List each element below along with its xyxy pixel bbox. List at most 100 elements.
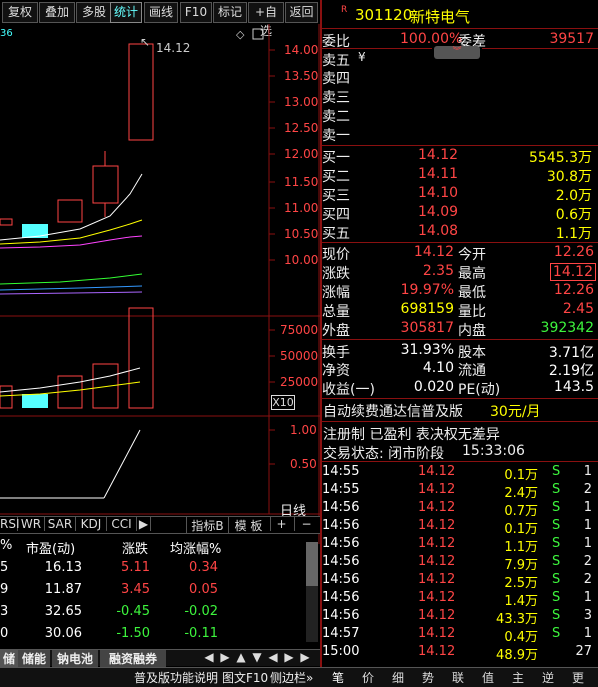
template-button[interactable]: 模 板	[228, 517, 268, 534]
y-tick: 10.00	[284, 253, 319, 267]
svg-text:↖: ↖	[140, 35, 150, 49]
nav-icon[interactable]: ◀	[266, 650, 280, 664]
sector-tab[interactable]: 储	[0, 650, 18, 667]
tab-more-icon[interactable]: ▶	[137, 517, 151, 531]
cell: 30.06	[44, 626, 82, 641]
next-icon[interactable]: ▶	[218, 650, 232, 664]
table-scrollbar[interactable]	[306, 542, 318, 642]
cell: 9	[0, 582, 9, 597]
y-tick: 13.00	[284, 95, 319, 109]
buy-row-4: 买四 14.09 0.6万	[322, 204, 592, 223]
promo-text[interactable]: 自动续费通达信普及版	[323, 401, 463, 421]
toolbar-btn-tongji[interactable]: 统计	[110, 2, 142, 23]
tick-cell: 15:00	[322, 644, 360, 659]
tick-cell: 14:55	[322, 464, 360, 479]
buy-row-3: 买三 14.10 2.0万	[322, 185, 592, 204]
status-f10[interactable]: 图文F10	[222, 669, 268, 686]
tick-cell: 1	[583, 590, 592, 605]
prev-icon[interactable]: ◀	[202, 650, 216, 664]
up-icon[interactable]: ▲	[234, 650, 248, 664]
toolbar-btn-huaxian[interactable]: 画线	[144, 2, 178, 23]
tick-cell: 14:56	[322, 608, 360, 623]
ind-tick: 1.00	[290, 423, 317, 437]
tab-wr[interactable]: WR	[18, 517, 45, 531]
col-header: 涨跌	[122, 542, 149, 557]
promo-price[interactable]: 30元/月	[490, 401, 541, 421]
indicator-b-button[interactable]: 指标B	[186, 517, 228, 534]
candle	[0, 218, 13, 226]
status-sidebar[interactable]: 侧边栏»	[270, 669, 313, 686]
nav-icon[interactable]: ▶	[282, 650, 296, 664]
zoom-in-button[interactable]: +	[270, 517, 292, 531]
tick-cell: 0.1万	[504, 468, 538, 483]
r-badge: R	[341, 5, 348, 15]
y-tick: 13.50	[284, 69, 319, 83]
tab-xi[interactable]: 细	[386, 669, 410, 686]
tick-row: 14:55 14.12 0.1万 S 1	[322, 464, 598, 483]
tick-cell: 2.4万	[504, 486, 538, 501]
toolbar-btn-fuquan[interactable]: 复权	[2, 2, 38, 23]
tick-cell: 14:56	[322, 572, 360, 587]
ind-tick: 0.50	[290, 457, 317, 471]
tab-rsi[interactable]: RSI	[0, 517, 20, 531]
tick-cell: 7.9万	[504, 558, 538, 573]
stat-row-1: 换手 31.93% 股本 3.71亿	[322, 342, 594, 361]
stock-table: % 市盈(动) 涨跌 均涨幅% 5 16.13 5.11 0.34 9 11.8…	[0, 536, 320, 649]
toolbar-btn-fanhui[interactable]: 返回	[285, 2, 318, 23]
quote-row-3: 涨幅 19.97% 最低 12.26	[322, 282, 594, 301]
quote-row-1: 现价 14.12 今开 12.26	[322, 244, 594, 263]
tick-cell: 1	[583, 500, 592, 515]
tick-cell: 14.12	[418, 644, 456, 659]
candle	[92, 165, 119, 204]
cell: -1.50	[116, 626, 150, 641]
tick-cell: S	[552, 518, 561, 533]
kline-chart[interactable]: 36 ◇ ↖ 14.12	[0, 24, 320, 544]
vol-unit[interactable]: X10	[271, 395, 295, 410]
toolbar-btn-duogu[interactable]: 多股	[76, 2, 112, 23]
status-tip[interactable]: 普及版功能说明	[134, 669, 218, 686]
toolbar-btn-zixuan[interactable]: +自选	[248, 2, 284, 38]
tab-cci[interactable]: CCI	[107, 517, 137, 531]
tick-cell: 0.7万	[504, 504, 538, 519]
y-tick: 10.50	[284, 227, 319, 241]
tick-cell: S	[552, 626, 561, 641]
toolbar-btn-f10[interactable]: F10	[180, 2, 212, 23]
down-icon[interactable]: ▼	[250, 650, 264, 664]
tab-ni[interactable]: 逆	[536, 669, 560, 686]
candle	[57, 199, 83, 223]
sell-row-5: 卖五 ¥	[322, 50, 366, 69]
cell: 0.34	[189, 560, 218, 575]
toolbar-btn-biaoji[interactable]: 标记	[213, 2, 247, 23]
nav-icon[interactable]: ▶	[298, 650, 312, 664]
tick-cell: 14.12	[418, 590, 456, 605]
sector-tab-chuneng[interactable]: 储能	[18, 650, 50, 667]
tick-cell: 14:56	[322, 518, 360, 533]
tick-row: 15:00 14.12 48.9万 27	[322, 644, 598, 663]
tab-sar[interactable]: SAR	[45, 517, 76, 531]
tab-zhu[interactable]: 主	[506, 669, 530, 686]
tab-zhi[interactable]: 值	[476, 669, 500, 686]
tab-lian[interactable]: 联	[446, 669, 470, 686]
tab-jia[interactable]: 价	[356, 669, 380, 686]
cell: 5.11	[121, 560, 150, 575]
tick-cell: S	[552, 572, 561, 587]
tick-cell: 27	[575, 644, 592, 659]
zoom-out-button[interactable]: −	[294, 517, 318, 531]
tick-cell: 3	[583, 608, 592, 623]
tick-cell: 14:56	[322, 536, 360, 551]
tick-cell: 1	[583, 626, 592, 641]
tab-geng[interactable]: 更	[566, 669, 590, 686]
tick-row: 14:56 14.12 43.3万 S 3	[322, 608, 598, 627]
tab-kdj[interactable]: KDJ	[76, 517, 107, 531]
tick-cell: S	[552, 608, 561, 623]
cell: 3	[0, 604, 9, 619]
tick-cell: 14.12	[418, 500, 456, 515]
tab-shi[interactable]: 势	[416, 669, 440, 686]
tick-row: 14:56 14.12 0.1万 S 1	[322, 518, 598, 537]
cell: 32.65	[44, 604, 82, 619]
tab-bi[interactable]: 笔	[326, 669, 350, 686]
sector-tab-rongzi[interactable]: 融资融券	[100, 650, 166, 667]
tick-cell: 0.4万	[504, 630, 538, 645]
sector-tab-nadian[interactable]: 钠电池	[52, 650, 98, 667]
toolbar-btn-diejia[interactable]: 叠加	[39, 2, 75, 23]
